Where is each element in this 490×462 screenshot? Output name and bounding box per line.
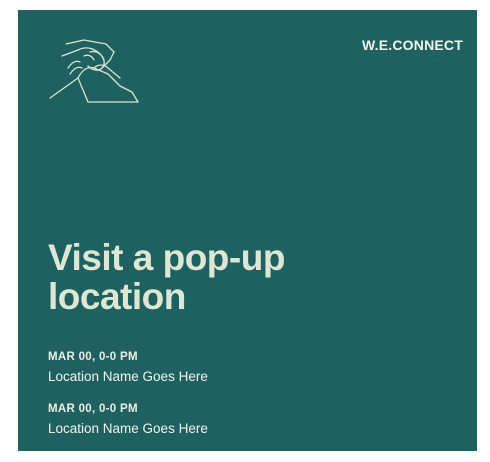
brand-tagline: · · · · · · · · · · · · ·: [399, 58, 455, 64]
headline-line-2: location: [48, 276, 186, 317]
event-location: Location Name Goes Here: [48, 421, 208, 436]
event-date: MAR 00, 0-0 PM: [48, 351, 138, 363]
handshake-icon: [49, 39, 139, 103]
faint-subtext: · · · · · · · · · · · · · · · ·: [48, 334, 105, 340]
headline-line-1: Visit a pop-up: [48, 237, 285, 278]
event-item: MAR 00, 0-0 PM Location Name Goes Here: [48, 350, 208, 386]
event-date: MAR 00, 0-0 PM: [48, 403, 138, 415]
event-location: Location Name Goes Here: [48, 369, 208, 384]
event-item: MAR 00, 0-0 PM Location Name Goes Here: [48, 402, 208, 438]
poster: W.E.CONNECT · · · · · · · · · · · · · Vi…: [18, 10, 477, 451]
headline: Visit a pop-up location: [48, 238, 285, 316]
brand-name: W.E.CONNECT: [362, 37, 463, 53]
